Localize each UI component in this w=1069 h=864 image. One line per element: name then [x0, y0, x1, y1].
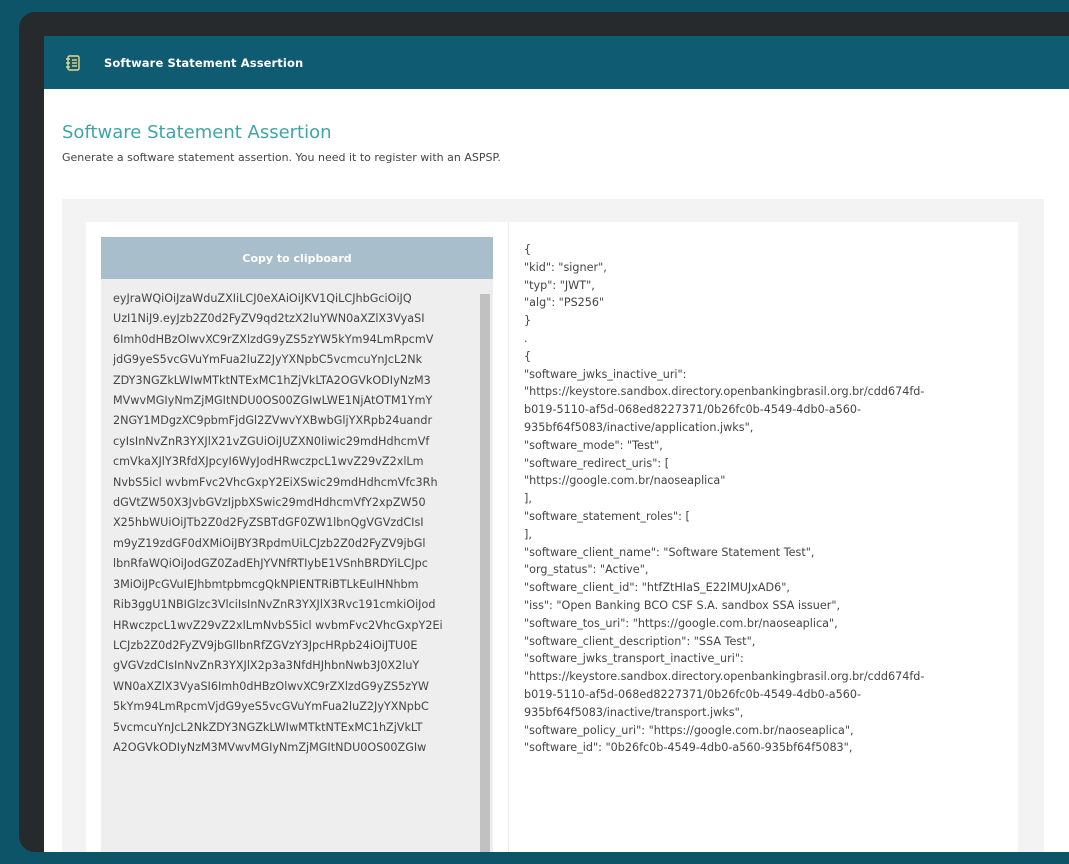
json-line: "org_status": "Active",	[524, 563, 649, 577]
json-line: "software_client_name": "Software Statem…	[524, 545, 815, 559]
decoded-token-panel: { "kid": "signer", "typ": "JWT", "alg": "PS…	[508, 222, 1018, 852]
token-line: 5vcmcuYnJcL2NkZDY3NGZkLWIwMTktNTExMC1hZj…	[113, 720, 423, 734]
encoded-token-panel: Copy to clipboard eyJraWQiOiJzaWduZXIiLC…	[86, 222, 508, 852]
json-line: "alg": "PS256"	[524, 296, 605, 310]
json-line: "software_jwks_transport_inactive_uri":	[524, 652, 744, 666]
page-title: Software Statement Assertion	[62, 122, 332, 143]
token-line: 5kYm94LmRpcmVjdG9yeS5vcGVuYmFua2luZ2JyYX…	[113, 700, 429, 714]
token-line: WN0aXZlX3VyaSI6Imh0dHBzOlwvXC9rZXlzdG9yZ…	[113, 679, 429, 693]
token-line: lbnRfaWQiOiJodGZ0ZadEhJYVNfRTIybE1VSnhBR…	[113, 557, 428, 571]
json-line: "https://google.com.br/naoseaplica"	[524, 474, 726, 488]
json-line: "https://keystore.sandbox.directory.open…	[524, 385, 925, 399]
json-line: ],	[524, 527, 532, 541]
token-line: eyJraWQiOiJzaWduZXIiLCJ0eXAiOiJKV1QiLCJh…	[113, 292, 412, 305]
token-line: gVGVzdCIsInNvZnR3YXJlX2p3a3NfdHJhbnNwb3J…	[113, 659, 420, 673]
token-line: A2OGVkODIyNzM3MVwvMGIyNmZjMGItNDU0OS00ZG…	[113, 740, 427, 754]
json-line: {	[524, 243, 532, 256]
token-line: ZDY3NGZkLWIwMTktNTExMC1hZjVkLTA2OGVkODIy…	[113, 373, 431, 387]
token-line: dGVtZW50X3JvbGVzIjpbXSwic29mdHdhcmVfY2xp…	[113, 496, 426, 510]
panel-content: Software Statement Assertion Generate a …	[44, 89, 1069, 852]
json-line: {	[524, 349, 532, 363]
json-line: "https://keystore.sandbox.directory.open…	[524, 670, 925, 684]
token-line: HRwczpcL1wvZ29vZ2xlLmNvbS5icl wvbmFvc2Vh…	[113, 618, 443, 632]
json-line: "software_mode": "Test",	[524, 438, 663, 452]
json-line: "software_statement_roles": [	[524, 509, 690, 523]
json-line: 935bf64f5083/inactive/transport.jwks",	[524, 705, 744, 719]
json-line: "kid": "signer",	[524, 260, 607, 274]
json-line: "software_redirect_uris": [	[524, 456, 670, 470]
token-line: cyIsInNvZnR3YXJlX21vZGUiOiJUZXN0Iiwic29m…	[113, 434, 430, 448]
encoded-token-text: eyJraWQiOiJzaWduZXIiLCJ0eXAiOiJKV1QiLCJh…	[113, 289, 475, 758]
token-line: jdG9yeS5vcGVuYmFua2luZ2JyYXNpbC5vcmcuYnJ…	[113, 353, 423, 367]
json-line: "software_tos_uri": "https://google.com.…	[524, 616, 838, 630]
json-line: "software_policy_uri": "https://google.c…	[524, 723, 854, 737]
token-line: NvbS5icl wvbmFvc2VhcGxpY2EiXSwic29mdHdhc…	[113, 475, 438, 489]
json-line: .	[524, 331, 528, 345]
json-line: }	[524, 314, 532, 328]
json-line: b019-5110-af5d-068ed8227371/0b26fc0b-454…	[524, 403, 862, 417]
json-line: "software_client_description": "SSA Test…	[524, 634, 756, 648]
scrollbar-thumb[interactable]	[480, 294, 490, 852]
token-line: Rib3ggU1NBIGlzc3VlciIsInNvZnR3YXJlX3Rvc1…	[113, 598, 436, 612]
decoded-json-text: { "kid": "signer", "typ": "JWT", "alg": "PS…	[524, 241, 1014, 757]
json-line: "software_client_id": "htfZtHIaS_E22lMUJ…	[524, 581, 790, 595]
json-line: "iss": "Open Banking BCO CSF S.A. sandbo…	[524, 598, 841, 612]
scrollbar[interactable]	[478, 279, 491, 852]
document-stack-icon	[65, 54, 83, 72]
token-line: m9yZ19zdGF0dXMiOiJBY3RpdmUiLCJzb2Z0d2FyZ…	[113, 536, 426, 550]
token-line: X25hbWUiOiJTb2Z0d2FyZSBTdGF0ZW1lbnQgVGVz…	[113, 516, 424, 530]
token-line: 6Imh0dHBzOlwvXC9rZXlzdG9yZS5zYW5kYm94LmR…	[113, 332, 434, 346]
panel-header[interactable]: Software Statement Assertion	[44, 36, 1069, 89]
json-line: 935bf64f5083/inactive/application.jwks",	[524, 420, 754, 434]
token-line: cmVkaXJlY3RfdXJpcyI6WyJodHRwczpcL1wvZ29v…	[113, 455, 424, 469]
page-subtitle: Generate a software statement assertion.…	[62, 151, 501, 164]
token-line: 3MiOiJPcGVuIEJhbmtpbmcgQkNPIENTRiBTLkEuI…	[113, 577, 419, 591]
json-line: "software_id": "0b26fc0b-4549-4db0-a560-…	[524, 741, 853, 755]
json-line: "software_jwks_inactive_uri":	[524, 367, 687, 381]
assertion-workspace: Copy to clipboard eyJraWQiOiJzaWduZXIiLC…	[62, 199, 1044, 852]
token-line: LCJzb2Z0d2FyZV9jbGllbnRfZGVzY3JpcHRpb24i…	[113, 638, 418, 652]
panel-header-title: Software Statement Assertion	[104, 55, 304, 70]
copy-to-clipboard-button[interactable]: Copy to clipboard	[101, 237, 493, 279]
json-line: "typ": "JWT",	[524, 278, 595, 292]
scroll-up-arrow-icon[interactable]	[481, 284, 488, 298]
token-line: MVwvMGIyNmZjMGItNDU0OS00ZGIwLWE1NjAtOTM1…	[113, 394, 433, 408]
token-line: UzI1NiJ9.eyJzb2Z0d2FyZV9qd2tzX2luYWN0aXZ…	[113, 312, 425, 326]
json-line: b019-5110-af5d-068ed8227371/0b26fc0b-454…	[524, 687, 862, 701]
encoded-token-textarea[interactable]: eyJraWQiOiJzaWduZXIiLCJ0eXAiOiJKV1QiLCJh…	[101, 279, 493, 852]
token-line: 2NGY1MDgzXC9pbmFjdGl2ZVwvYXBwbGljYXRpb24…	[113, 414, 433, 428]
json-line: ],	[524, 492, 532, 506]
